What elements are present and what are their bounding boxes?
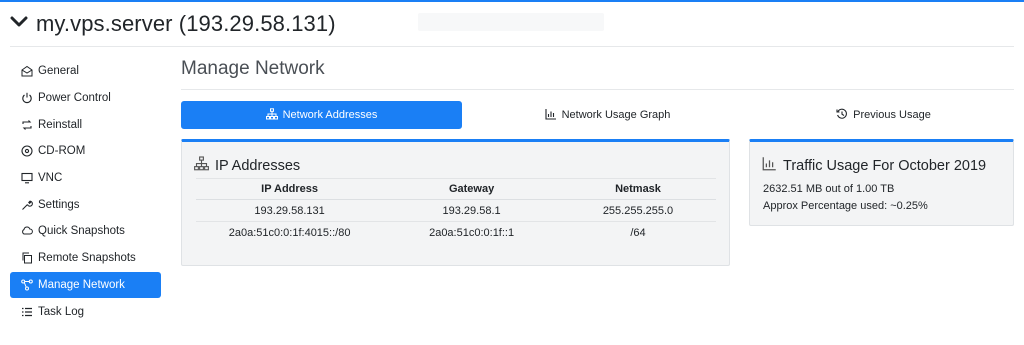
sidebar-item-label: VNC [38, 172, 63, 185]
network-icon [20, 278, 33, 291]
sidebar-item-manage-network[interactable]: Manage Network [10, 271, 161, 299]
cloud-arrows-icon [20, 225, 33, 238]
tab-label: Network Addresses [282, 109, 378, 121]
sitemap-icon [265, 107, 278, 123]
bar-chart-icon [762, 156, 777, 175]
sidebar-item-cd-rom[interactable]: CD-ROM [10, 138, 161, 165]
tab-label: Network Usage Graph [561, 109, 671, 121]
sidebar-item-task-log[interactable]: Task Log [10, 298, 161, 325]
ip-panel-heading: IP Addresses [194, 156, 300, 175]
sidebar-item-remote-snapshots[interactable]: Remote Snapshots [10, 245, 161, 272]
sidebar-item-quick-snapshots[interactable]: Quick Snapshots [10, 218, 161, 245]
sidebar-item-label: Reinstall [38, 118, 83, 131]
netmask-cell: 255.255.255.0 [559, 199, 716, 222]
ip-address-cell: 193.29.58.131 [196, 199, 384, 222]
tab-label: Previous Usage [853, 109, 931, 121]
server-header[interactable]: my.vps.server (193.29.58.131) [10, 7, 336, 41]
netmask-cell: /64 [630, 226, 646, 239]
column-header-gateway: Gateway [383, 178, 560, 200]
faded-top-bar [418, 13, 604, 31]
sidebar-item-vnc[interactable]: VNC [10, 165, 161, 192]
refresh-arrows-icon [20, 118, 33, 131]
gateway-cell: 193.29.58.1 [383, 199, 560, 222]
top-accent-line [0, 0, 1024, 2]
sidebar-item-label: Quick Snapshots [38, 225, 125, 238]
tab-network-addresses[interactable]: Network Addresses [181, 101, 462, 129]
ip-panel-title: IP Addresses [215, 157, 301, 174]
sidebar-item-label: Task Log [38, 305, 85, 318]
sidebar-item-label: Settings [38, 198, 80, 211]
sidebar-item-label: Power Control [38, 92, 111, 105]
traffic-percentage-text: Approx Percentage used: ~0.25% [763, 200, 928, 212]
wrench-icon [20, 198, 33, 211]
sidebar: General Power Control Reinstall CD-ROM V… [10, 58, 161, 325]
table-row: 193.29.58.131 193.29.58.1 255.255.255.0 [196, 199, 716, 222]
traffic-panel-heading: Traffic Usage For October 2019 [762, 156, 986, 175]
tab-previous-usage[interactable]: Previous Usage [753, 101, 1014, 129]
chevron-down-icon [10, 13, 28, 36]
header-divider [10, 46, 1014, 47]
tab-network-usage-graph[interactable]: Network Usage Graph [467, 101, 748, 129]
column-header-netmask: Netmask [559, 178, 716, 200]
server-title: my.vps.server (193.29.58.131) [36, 11, 336, 36]
table-header-row: IP Address Gateway Netmask [196, 178, 716, 200]
sidebar-item-power-control[interactable]: Power Control [10, 85, 161, 112]
title-divider [181, 89, 1014, 90]
sidebar-item-label: CD-ROM [38, 145, 86, 158]
sidebar-item-label: General [38, 65, 79, 78]
traffic-usage-text: 2632.51 MB out of 1.00 TB [763, 183, 895, 195]
page-title: Manage Network [181, 58, 325, 79]
sidebar-item-reinstall[interactable]: Reinstall [10, 111, 161, 138]
gateway-cell: 2a0a:51c0:0:1f::1 [429, 226, 515, 239]
sidebar-item-label: Manage Network [38, 278, 125, 291]
ip-address-table: IP Address Gateway Netmask 193.29.58.131… [196, 178, 716, 244]
bar-chart-icon [545, 108, 557, 123]
disc-icon [20, 145, 33, 158]
history-icon [836, 108, 848, 123]
traffic-panel-title: Traffic Usage For October 2019 [783, 157, 987, 174]
ip-address-cell: 2a0a:51c0:0:1f:4015::/80 [228, 226, 351, 239]
sidebar-item-settings[interactable]: Settings [10, 191, 161, 218]
traffic-usage-panel: Traffic Usage For October 2019 2632.51 M… [749, 139, 1014, 226]
ip-addresses-panel: IP Addresses IP Address Gateway Netmask … [181, 139, 730, 266]
sidebar-item-label: Remote Snapshots [38, 252, 136, 265]
list-icon [20, 305, 33, 318]
sidebar-item-general[interactable]: General [10, 58, 161, 85]
monitor-icon [20, 172, 33, 185]
column-header-ip-address: IP Address [196, 178, 384, 200]
envelope-open-icon [20, 65, 33, 78]
table-row: 2a0a:51c0:0:1f:4015::/80 2a0a:51c0:0:1f:… [196, 222, 716, 244]
sitemap-icon [194, 156, 209, 175]
copy-icon [20, 252, 33, 265]
power-icon [20, 92, 33, 105]
